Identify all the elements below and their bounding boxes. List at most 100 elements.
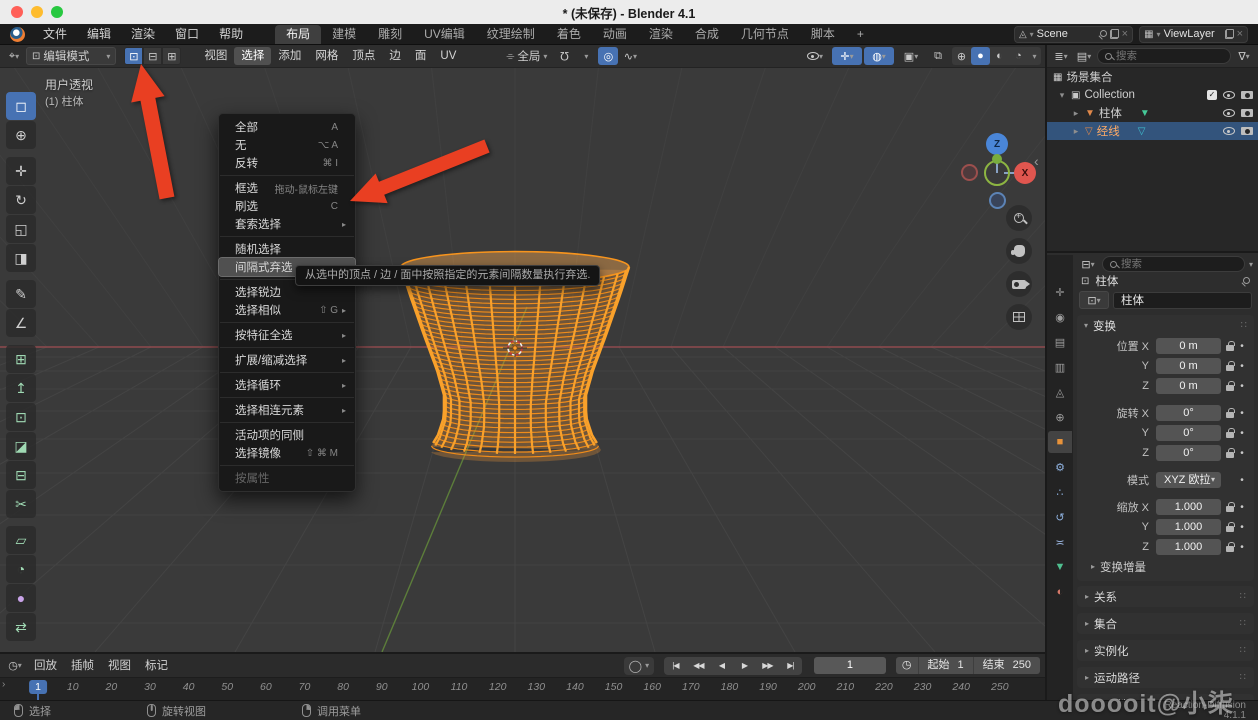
scene-collection-row[interactable]: ▦ 场景集合 <box>1047 68 1258 86</box>
current-frame-field[interactable]: 1 <box>813 657 886 674</box>
outliner-editor-type-button[interactable]: ≣ ▾ <box>1051 47 1071 65</box>
xray-toggle-button[interactable]: ⧉ <box>928 47 948 65</box>
pin-icon[interactable] <box>1098 29 1107 39</box>
animate-dot[interactable]: • <box>1236 341 1248 352</box>
transform-panel-header[interactable]: ▾ 变换 ∷ <box>1077 315 1254 336</box>
next-keyframe-button[interactable]: ▶▶ <box>756 657 779 675</box>
frame-tick[interactable]: 170 <box>682 681 700 693</box>
tool-tab[interactable]: ✛ <box>1048 281 1072 303</box>
value-field[interactable]: XYZ 欧拉 <box>1156 472 1221 488</box>
value-field[interactable]: 0° <box>1156 405 1221 421</box>
animate-dot[interactable]: • <box>1236 408 1248 419</box>
viewport-menu[interactable]: 网格 <box>308 47 345 65</box>
poly-build-tool[interactable]: ▱ <box>6 526 36 554</box>
workspace-tab[interactable]: 渲染 <box>638 25 684 44</box>
animate-dot[interactable]: • <box>1236 475 1248 486</box>
menu-item[interactable]: 无 ⌥ A <box>219 136 355 154</box>
add-workspace-button[interactable]: + <box>846 25 875 44</box>
output-tab[interactable]: ▤ <box>1048 331 1072 353</box>
unlink-scene-button[interactable]: × <box>1122 28 1128 40</box>
physics-tab[interactable]: ↺ <box>1048 506 1072 528</box>
workspace-tab[interactable]: 雕刻 <box>367 25 413 44</box>
object-row-cylinder[interactable]: ▸ ▼ 柱体 ▼ <box>1047 104 1258 122</box>
bevel-tool[interactable]: ◪ <box>6 432 36 460</box>
render-camera-icon[interactable] <box>1241 109 1253 117</box>
expand-arrow-icon[interactable]: ▸ <box>1071 108 1081 119</box>
panel-grip-icon[interactable]: ∷ <box>1240 645 1246 656</box>
collapsed-panel[interactable]: ▸ 实例化 ∷ <box>1077 640 1254 661</box>
loop-cut-tool[interactable]: ⊟ <box>6 461 36 489</box>
frame-tick[interactable]: 110 <box>451 681 468 693</box>
outliner-filter-button[interactable]: ∇ ▾ <box>1234 47 1254 65</box>
menu-item[interactable]: 选择镜像 ⇧ ⌘ M <box>219 444 355 462</box>
workspace-tab[interactable]: 动画 <box>592 25 638 44</box>
workspace-tab[interactable]: 布局 <box>275 24 322 44</box>
unlock-icon[interactable] <box>1226 360 1236 372</box>
measure-tool[interactable]: ∠ <box>6 309 36 337</box>
viewport-menu[interactable]: 视图 <box>197 47 234 65</box>
animate-dot[interactable]: • <box>1236 522 1248 533</box>
value-field[interactable]: 0 m <box>1156 378 1221 394</box>
rotate-tool[interactable]: ↻ <box>6 186 36 214</box>
frame-tick[interactable]: 190 <box>759 681 777 693</box>
gizmo-z-axis[interactable]: Z <box>986 133 1008 155</box>
animate-dot[interactable]: • <box>1236 428 1248 439</box>
viewport-3d[interactable]: ⌖ ▾ ⊡ 编辑模式 ▾ ⊡ ⊟ ⊞ 视图 选择 添加 网格 顶点边面 UV ⌯ 全局 ▾ Ω… <box>0 45 1045 652</box>
blender-logo-icon[interactable] <box>10 26 25 42</box>
render-camera-icon[interactable] <box>1241 127 1253 135</box>
panel-grip-icon[interactable]: ∷ <box>1240 591 1246 602</box>
mode-selector[interactable]: ⊡ 编辑模式 ▾ <box>26 47 117 65</box>
frame-tick[interactable]: 100 <box>412 681 430 693</box>
gizmo-z-neg-axis[interactable] <box>989 192 1006 209</box>
ruler-expand-arrow[interactable]: › <box>2 679 5 690</box>
frame-tick[interactable]: 60 <box>260 681 272 693</box>
value-field[interactable]: 0 m <box>1156 358 1221 374</box>
end-frame-field[interactable]: 结束 250 <box>972 657 1040 674</box>
viewport-menu[interactable]: UV <box>433 47 463 65</box>
new-scene-button[interactable] <box>1109 29 1119 39</box>
panel-grip-icon[interactable]: ∷ <box>1241 320 1247 331</box>
material-shading-button[interactable]: ◐ <box>990 47 1009 65</box>
visibility-dropdown-button[interactable]: ▾ <box>800 47 830 65</box>
workspace-tab[interactable]: 脚本 <box>800 25 846 44</box>
gizmo-x-neg-axis[interactable] <box>961 164 978 181</box>
xray-dropdown-button[interactable]: ▣ ▾ <box>896 47 926 65</box>
properties-nav-button[interactable]: ⊟ ▾ <box>1078 255 1098 273</box>
menu-item[interactable]: 反转 ⌘ I <box>219 154 355 172</box>
properties-search-input[interactable] <box>1121 258 1237 270</box>
navigation-gizmo[interactable]: Z X <box>958 133 1038 213</box>
value-field[interactable]: 1.000 <box>1156 539 1221 555</box>
menu-item[interactable]: 随机选择 <box>219 240 355 258</box>
transform-orientation-selector[interactable]: ⌯ 全局 ▾ <box>501 47 552 65</box>
viewport-menu[interactable]: 顶点 <box>345 47 382 65</box>
outliner-search-input[interactable] <box>1116 50 1223 62</box>
scene-tab[interactable]: ◬ <box>1048 381 1072 403</box>
wireframe-shading-button[interactable]: ⊕ <box>952 47 971 65</box>
frame-tick[interactable]: 140 <box>566 681 584 693</box>
value-field[interactable]: 0° <box>1156 425 1221 441</box>
view-layer-tab[interactable]: ▥ <box>1048 356 1072 378</box>
pan-button[interactable] <box>1006 238 1032 264</box>
file-menu[interactable]: 文件 <box>33 24 77 45</box>
select-box-tool[interactable]: ◻ <box>6 92 36 120</box>
workspace-tab[interactable]: 几何节点 <box>730 25 800 44</box>
menu-item[interactable]: 套索选择 <box>219 215 355 233</box>
workspace-tab[interactable]: UV编辑 <box>413 25 476 44</box>
menu-item[interactable]: 选择循环 <box>219 376 355 394</box>
collapsed-panel[interactable]: ▸ 关系 ∷ <box>1077 586 1254 607</box>
unlock-icon[interactable] <box>1226 427 1236 439</box>
transform-tool[interactable]: ◨ <box>6 244 36 272</box>
animate-dot[interactable]: • <box>1236 361 1248 372</box>
add-cube-tool[interactable]: ⊞ <box>6 345 36 373</box>
rendered-shading-button[interactable]: ◔ <box>1009 47 1028 65</box>
timeline-menu[interactable]: 标记 <box>138 657 175 675</box>
snap-settings-button[interactable]: ▾ <box>576 47 596 65</box>
cursor-tool[interactable]: ⊕ <box>6 121 36 149</box>
object-row-meridian[interactable]: ▸ ▽ 经线 ▽ <box>1047 122 1258 140</box>
prev-keyframe-button[interactable]: ◀◀ <box>687 657 710 675</box>
play-button[interactable]: ▶ <box>733 657 756 675</box>
frame-tick[interactable]: 210 <box>837 681 855 693</box>
extrude-tool[interactable]: ↥ <box>6 374 36 402</box>
move-tool[interactable]: ✛ <box>6 157 36 185</box>
collection-checkbox[interactable]: ✓ <box>1207 90 1217 100</box>
